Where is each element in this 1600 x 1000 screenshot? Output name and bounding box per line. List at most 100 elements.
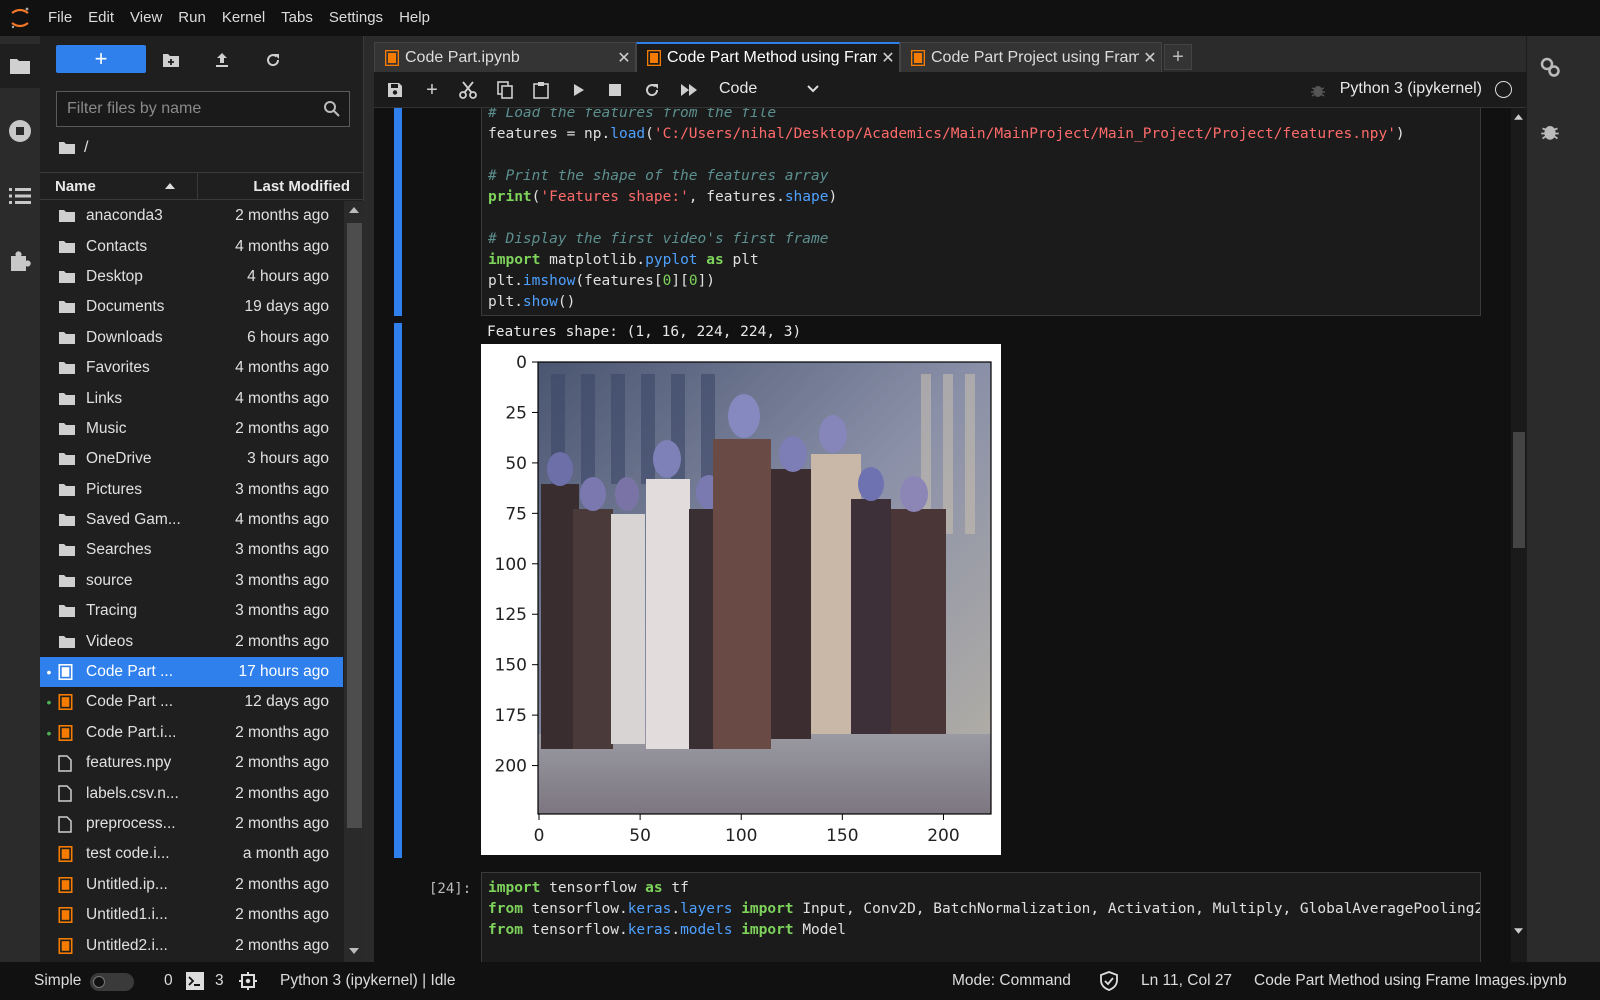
file-list-item[interactable]: Documents 19 days ago [40,292,343,322]
file-list-item[interactable]: Tracing 3 months ago [40,596,343,626]
file-list-scroll-thumb[interactable] [347,223,362,828]
menu-settings[interactable]: Settings [321,0,391,36]
file-list-item[interactable]: Contacts 4 months ago [40,231,343,261]
restart-kernel-button[interactable] [639,78,665,102]
scroll-down-icon[interactable] [1514,928,1523,934]
file-list-item[interactable]: labels.csv.n... 2 months ago [40,778,343,808]
file-list-item[interactable]: Saved Gam... 4 months ago [40,505,343,535]
menu-tabs[interactable]: Tabs [273,0,321,36]
file-name: anaconda3 [86,207,163,225]
file-list-item[interactable]: OneDrive 3 hours ago [40,444,343,474]
terminal-count[interactable]: 0 [164,972,173,990]
file-modified: 2 months ago [235,723,329,741]
copy-button[interactable] [492,78,518,102]
menu-file[interactable]: File [40,0,80,36]
scroll-up-icon[interactable] [349,207,359,213]
file-list-item[interactable]: Searches 3 months ago [40,535,343,565]
close-tab-icon[interactable]: ✕ [613,48,635,68]
file-list-item[interactable]: Untitled2.i... 2 months ago [40,930,343,960]
file-list-item[interactable]: features.npy 2 months ago [40,748,343,778]
mode-indicator[interactable]: Mode: Command [952,972,1071,990]
file-modified: 12 days ago [244,693,329,711]
menu-edit[interactable]: Edit [80,0,122,36]
file-list-item[interactable]: test code.i... a month ago [40,839,343,869]
trusted-shield-icon[interactable] [1100,971,1118,991]
file-list-item[interactable]: Desktop 4 hours ago [40,262,343,292]
paste-button[interactable] [528,78,554,102]
run-button[interactable] [566,78,592,102]
extension-manager-tab[interactable] [0,239,40,283]
cell-collapser[interactable] [394,108,402,316]
y-tick-label: 25 [505,403,527,423]
name-column-header[interactable]: Name [40,173,198,199]
right-sidebar [1526,36,1600,962]
menu-view[interactable]: View [122,0,170,36]
add-tab-button[interactable]: + [1164,44,1192,70]
upload-button[interactable] [209,48,235,72]
table-of-contents-tab[interactable] [0,174,40,218]
file-list-item[interactable]: • Code Part ... 12 days ago [40,687,343,717]
code-cell-editor[interactable]: import tensorflow as tf from tensorflow.k… [481,872,1481,962]
code-token: ) [828,189,838,205]
property-inspector-icon[interactable] [1539,56,1561,78]
new-folder-button[interactable] [158,48,184,72]
file-list-item[interactable]: Pictures 3 months ago [40,475,343,505]
notebook-icon [385,49,399,66]
tab-code-part-method[interactable]: Code Part Method using Fram ✕ [636,42,900,72]
scroll-up-icon[interactable] [1514,114,1523,120]
file-list-item[interactable]: anaconda3 2 months ago [40,201,343,231]
notebook-scroll-thumb[interactable] [1513,432,1525,548]
running-sessions-tab[interactable] [0,109,40,153]
cut-button[interactable] [455,78,481,102]
bug-icon[interactable] [1310,82,1326,98]
refresh-button[interactable] [260,48,286,72]
code-token: , features. [688,189,785,205]
file-browser-tab[interactable] [0,44,40,88]
debugger-icon[interactable] [1540,121,1560,141]
restart-run-all-button[interactable] [676,78,702,102]
photo-frame [538,362,991,814]
file-list-item[interactable]: Favorites 4 months ago [40,353,343,383]
new-launcher-button[interactable]: + [56,45,146,73]
file-list-scrollbar[interactable] [344,201,364,962]
close-tab-icon[interactable]: ✕ [1139,48,1161,68]
interrupt-kernel-button[interactable] [602,78,628,102]
code-token: plt. [488,273,523,289]
breadcrumb[interactable]: / [58,136,88,160]
tab-code-part-project[interactable]: Code Part Project using Fram ✕ [900,42,1162,72]
scroll-down-icon[interactable] [349,948,359,954]
file-list-item[interactable]: Untitled.ip... 2 months ago [40,870,343,900]
menu-help[interactable]: Help [391,0,438,36]
menu-kernel[interactable]: Kernel [214,0,273,36]
simple-mode-toggle[interactable] [90,973,134,991]
jupyter-logo-icon [0,0,40,36]
code-token: print [488,189,532,205]
filter-files-input[interactable]: Filter files by name [56,91,350,127]
x-tick-label: 0 [534,826,545,846]
kernel-count[interactable]: 3 [215,972,224,990]
file-list-item[interactable]: • Code Part.i... 2 months ago [40,718,343,748]
kernel-status-text[interactable]: Python 3 (ipykernel) | Idle [280,972,455,990]
file-list-item[interactable]: preprocess... 2 months ago [40,809,343,839]
breadcrumb-root[interactable]: / [84,139,88,157]
kernel-name-button[interactable]: Python 3 (ipykernel) [1340,80,1482,98]
notebook-scrollbar[interactable] [1511,108,1526,962]
tab-code-part[interactable]: Code Part.ipynb ✕ [374,42,636,72]
save-button[interactable] [382,78,408,102]
file-list-item[interactable]: Downloads 6 hours ago [40,323,343,353]
output-collapser[interactable] [394,323,402,858]
code-cell-editor[interactable]: # Load the features from the file feature… [481,108,1481,316]
menu-run[interactable]: Run [170,0,214,36]
file-list-item[interactable]: Music 2 months ago [40,414,343,444]
file-list-item[interactable]: source 3 months ago [40,566,343,596]
cell-type-dropdown[interactable]: Code [719,80,819,98]
file-list-item[interactable]: Videos 2 months ago [40,626,343,656]
file-list-item[interactable]: • Code Part ... 17 hours ago [40,656,343,688]
modified-column-header[interactable]: Last Modified [198,173,364,199]
file-list-item[interactable]: Untitled1.i... 2 months ago [40,900,343,930]
file-list-item[interactable]: Links 4 months ago [40,383,343,413]
insert-cell-button[interactable]: + [419,78,445,102]
file-modified: 3 months ago [235,541,329,559]
close-tab-icon[interactable]: ✕ [877,48,899,68]
cursor-position[interactable]: Ln 11, Col 27 [1141,972,1232,990]
